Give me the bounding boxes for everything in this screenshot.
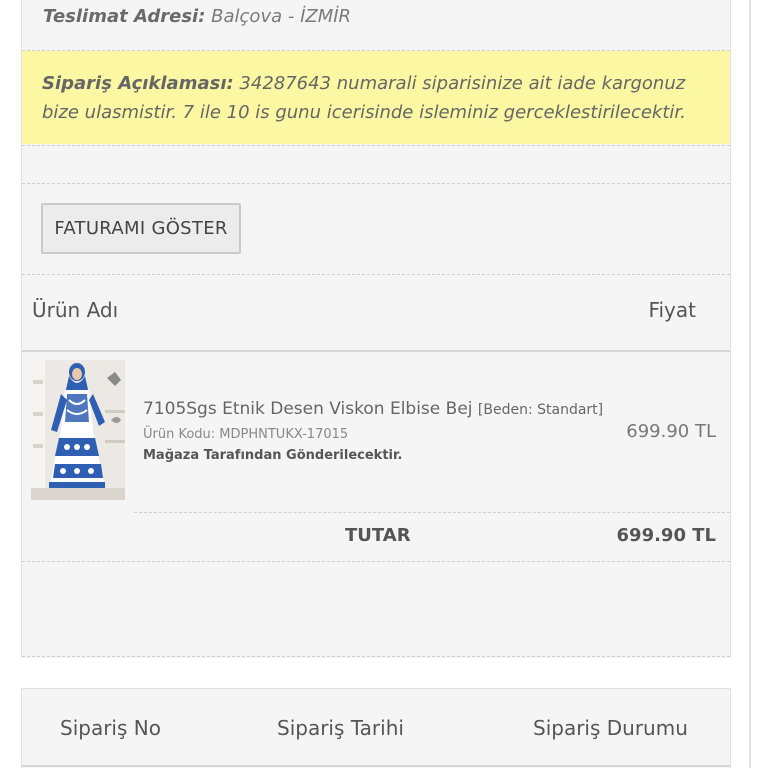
- product-price: 699.90 TL: [626, 421, 716, 442]
- product-code: Ürün Kodu: MDPHNTUKX-17015: [143, 427, 349, 442]
- table-header-line: [22, 350, 730, 352]
- delivery-address-label: Teslimat Adresi:: [43, 6, 206, 27]
- column-header-price: Fiyat: [648, 298, 696, 322]
- delivery-address-value: Balçova - İZMİR: [211, 6, 352, 27]
- divider: [22, 183, 730, 184]
- total-value: 699.90 TL: [616, 525, 716, 546]
- delivery-address: Teslimat Adresi: Balçova - İZMİR: [43, 6, 351, 27]
- table-header-line: [22, 765, 730, 767]
- column-header-order-status: Sipariş Durumu: [533, 716, 688, 740]
- total-label: TUTAR: [345, 525, 411, 546]
- order-detail-card: Teslimat Adresi: Balçova - İZMİR Sipariş…: [21, 0, 731, 658]
- divider: [22, 145, 730, 146]
- divider: [22, 274, 730, 275]
- product-name[interactable]: 7105Sgs Etnik Desen Viskon Elbise Bej [B…: [143, 399, 603, 419]
- divider: [22, 561, 730, 562]
- column-header-order-no: Sipariş No: [60, 716, 161, 740]
- orders-table: Sipariş No Sipariş Tarihi Sipariş Durumu: [21, 688, 731, 768]
- column-header-product: Ürün Adı: [32, 298, 119, 322]
- order-note-label: Sipariş Açıklaması:: [42, 73, 234, 94]
- column-header-order-date: Sipariş Tarihi: [277, 716, 404, 740]
- product-image[interactable]: [31, 360, 125, 500]
- shipping-info: Mağaza Tarafından Gönderilecektir.: [143, 448, 403, 463]
- product-size: [Beden: Standart]: [477, 402, 604, 418]
- page-edge: [749, 0, 751, 768]
- product-name-text: 7105Sgs Etnik Desen Viskon Elbise Bej: [143, 399, 473, 419]
- divider: [22, 656, 730, 657]
- order-note: Sipariş Açıklaması: 34287643 numarali si…: [22, 51, 730, 144]
- show-invoice-button[interactable]: FATURAMI GÖSTER: [41, 203, 241, 254]
- divider: [134, 512, 730, 513]
